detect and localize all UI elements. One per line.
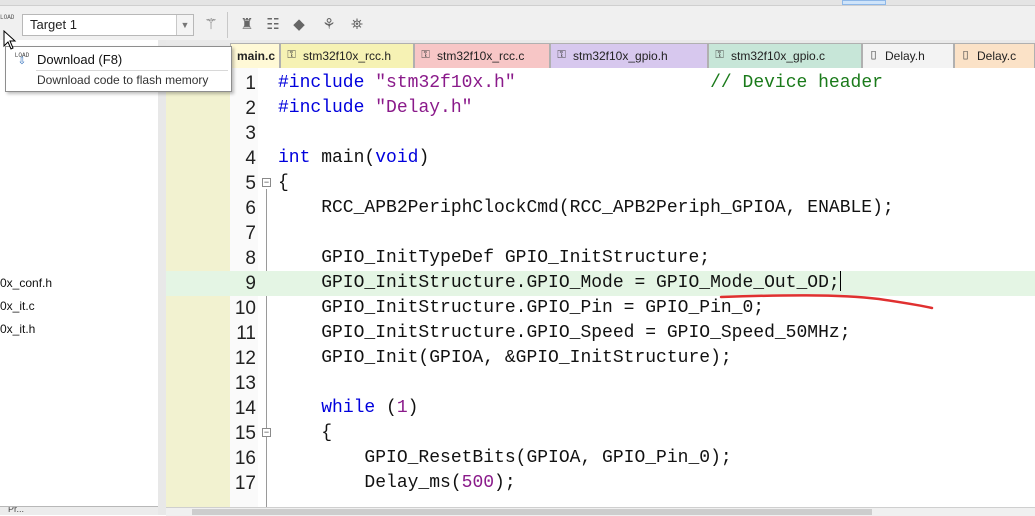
line-number: 16 [234,448,256,469]
line-number: 5 [245,173,256,194]
tab-stm32f10x-rcc-c[interactable]: ⚿ stm32f10x_rcc.c [414,43,550,68]
file-header-icon: ⚿ [287,49,296,61]
text-caret [839,271,841,291]
line-number: 13 [234,373,256,394]
manage-components-icon[interactable]: ☷ [262,14,284,36]
project-file-item[interactable]: 0x_it.h [0,322,35,336]
line-number: 3 [245,123,256,144]
line-number: 8 [245,248,256,269]
code-text[interactable]: GPIO_ResetBits(GPIOA, GPIO_Pin_0); [278,446,731,471]
line-number: 17 [234,473,256,494]
code-line[interactable]: 4 int main(void) [166,146,1035,171]
code-line[interactable]: 14 while (1) [166,396,1035,421]
project-tab[interactable]: Pr... [8,507,24,514]
project-file-item[interactable]: 0x_conf.h [0,276,52,290]
download-tooltip: LOAD ⇩ Download (F8) Download code to fl… [5,46,232,92]
code-text[interactable]: GPIO_Init(GPIOA, &GPIO_InitStructure); [278,346,731,371]
code-editor[interactable]: 1 #include "stm32f10x.h" // Device header… [166,68,1035,515]
code-text[interactable]: while (1) [278,396,418,421]
line-number: 4 [245,148,256,169]
file-source-icon: ⚿ [715,49,724,61]
tab-label: Delay.c [977,49,1017,63]
file-source-icon: ⚿ [421,49,430,61]
load-download-icon: LOAD ⇩ [12,52,32,68]
tab-main-c[interactable]: main.c [230,43,280,68]
toolbar-separator [227,12,228,38]
file-header-icon: ⚿ [557,49,566,61]
tab-delay-h[interactable]: ▯ Delay.h [862,43,954,68]
code-line[interactable]: 11 GPIO_InitStructure.GPIO_Speed = GPIO_… [166,321,1035,346]
line-number: 9 [245,273,256,294]
magic-wand-icon[interactable]: ⚚ [200,14,222,36]
code-text[interactable]: { [278,171,289,196]
tab-label: stm32f10x_rcc.c [437,49,525,63]
code-line[interactable]: 9 GPIO_InitStructure.GPIO_Mode = GPIO_Mo… [166,271,1035,296]
tab-stm32f10x-rcc-h[interactable]: ⚿ stm32f10x_rcc.h [280,43,414,68]
line-number: 7 [245,223,256,244]
line-number: 6 [245,198,256,219]
tab-label: main.c [237,49,276,63]
code-line[interactable]: 13 [166,371,1035,396]
runtime-env-icon[interactable]: ⛯ [346,14,368,36]
code-line[interactable]: 6 RCC_APB2PeriphClockCmd(RCC_APB2Periph_… [166,196,1035,221]
code-line[interactable]: 5−{ [166,171,1035,196]
code-text[interactable]: #include "Delay.h" [278,96,472,121]
fold-toggle-icon[interactable]: − [262,178,271,187]
code-line[interactable]: 10 GPIO_InitStructure.GPIO_Pin = GPIO_Pi… [166,296,1035,321]
project-panel-tabs: Pr... [0,506,158,515]
code-text[interactable]: Delay_ms(500); [278,471,515,496]
code-line[interactable]: 16 GPIO_ResetBits(GPIOA, GPIO_Pin_0); [166,446,1035,471]
code-text[interactable]: RCC_APB2PeriphClockCmd(RCC_APB2Periph_GP… [278,196,894,221]
tab-label: stm32f10x_gpio.h [573,49,668,63]
tab-stm32f10x-gpio-c[interactable]: ⚿ stm32f10x_gpio.c [708,43,862,68]
code-text[interactable]: GPIO_InitStructure.GPIO_Mode = GPIO_Mode… [278,271,841,296]
tooltip-divider [36,70,228,71]
mouse-pointer-icon [3,30,17,50]
tab-delay-c[interactable]: ▯ Delay.c [954,43,1035,68]
line-number: 2 [245,98,256,119]
code-line[interactable]: 7 [166,221,1035,246]
tab-label: stm32f10x_rcc.h [303,49,392,63]
file-page-icon: ▯ [962,49,969,61]
pack-installer-icon[interactable]: ♜ [236,14,258,36]
line-number: 14 [234,398,256,419]
tab-stm32f10x-gpio-h[interactable]: ⚿ stm32f10x_gpio.h [550,43,708,68]
editor-tab-bar: main.c ⚿ stm32f10x_rcc.h ⚿ stm32f10x_rcc… [166,40,1035,69]
code-line[interactable]: 2 #include "Delay.h" [166,96,1035,121]
code-line[interactable]: 1 #include "stm32f10x.h" // Device header [166,71,1035,96]
fold-toggle-icon[interactable]: − [262,428,271,437]
code-text[interactable]: GPIO_InitTypeDef GPIO_InitStructure; [278,246,710,271]
scrollbar-thumb[interactable] [192,509,872,515]
tooltip-description: Download code to flash memory [37,73,209,87]
line-number: 15 [234,423,256,444]
code-text[interactable]: #include "stm32f10x.h" // Device header [278,71,883,96]
file-page-icon: ▯ [870,49,877,61]
toolbar: LOAD Target 1 ▼ ⚚ ♜ ☷ ◆ ⚘ ⛯ [0,0,1035,41]
tab-label: Delay.h [885,49,925,63]
code-text[interactable]: GPIO_InitStructure.GPIO_Pin = GPIO_Pin_0… [278,296,764,321]
code-text[interactable]: { [278,421,332,446]
target-select-value: Target 1 [30,17,77,32]
load-icon: LOAD [0,14,15,21]
target-select[interactable]: Target 1 ▼ [22,14,194,36]
code-line[interactable]: 3 [166,121,1035,146]
code-text[interactable]: GPIO_InitStructure.GPIO_Speed = GPIO_Spe… [278,321,850,346]
line-number: 12 [234,348,256,369]
component-diamond-icon[interactable]: ◆ [288,14,310,36]
tab-label: stm32f10x_gpio.c [731,49,826,63]
chevron-down-icon[interactable]: ▼ [176,15,193,35]
line-number: 10 [234,298,256,319]
tooltip-title: Download (F8) [37,52,123,67]
down-arrow-icon: ⇩ [17,57,27,68]
pack-select-icon[interactable]: ⚘ [318,14,340,36]
code-line[interactable]: 17 Delay_ms(500); [166,471,1035,496]
code-line[interactable]: 8 GPIO_InitTypeDef GPIO_InitStructure; [166,246,1035,271]
code-text[interactable]: int main(void) [278,146,429,171]
project-file-item[interactable]: 0x_it.c [0,299,35,313]
code-line[interactable]: 15− { [166,421,1035,446]
line-number: 11 [236,323,256,344]
toolbar-highlight-button[interactable] [842,0,886,5]
code-line[interactable]: 12 GPIO_Init(GPIOA, &GPIO_InitStructure)… [166,346,1035,371]
project-panel: 0x_conf.h 0x_it.c 0x_it.h Pr... [0,40,159,515]
